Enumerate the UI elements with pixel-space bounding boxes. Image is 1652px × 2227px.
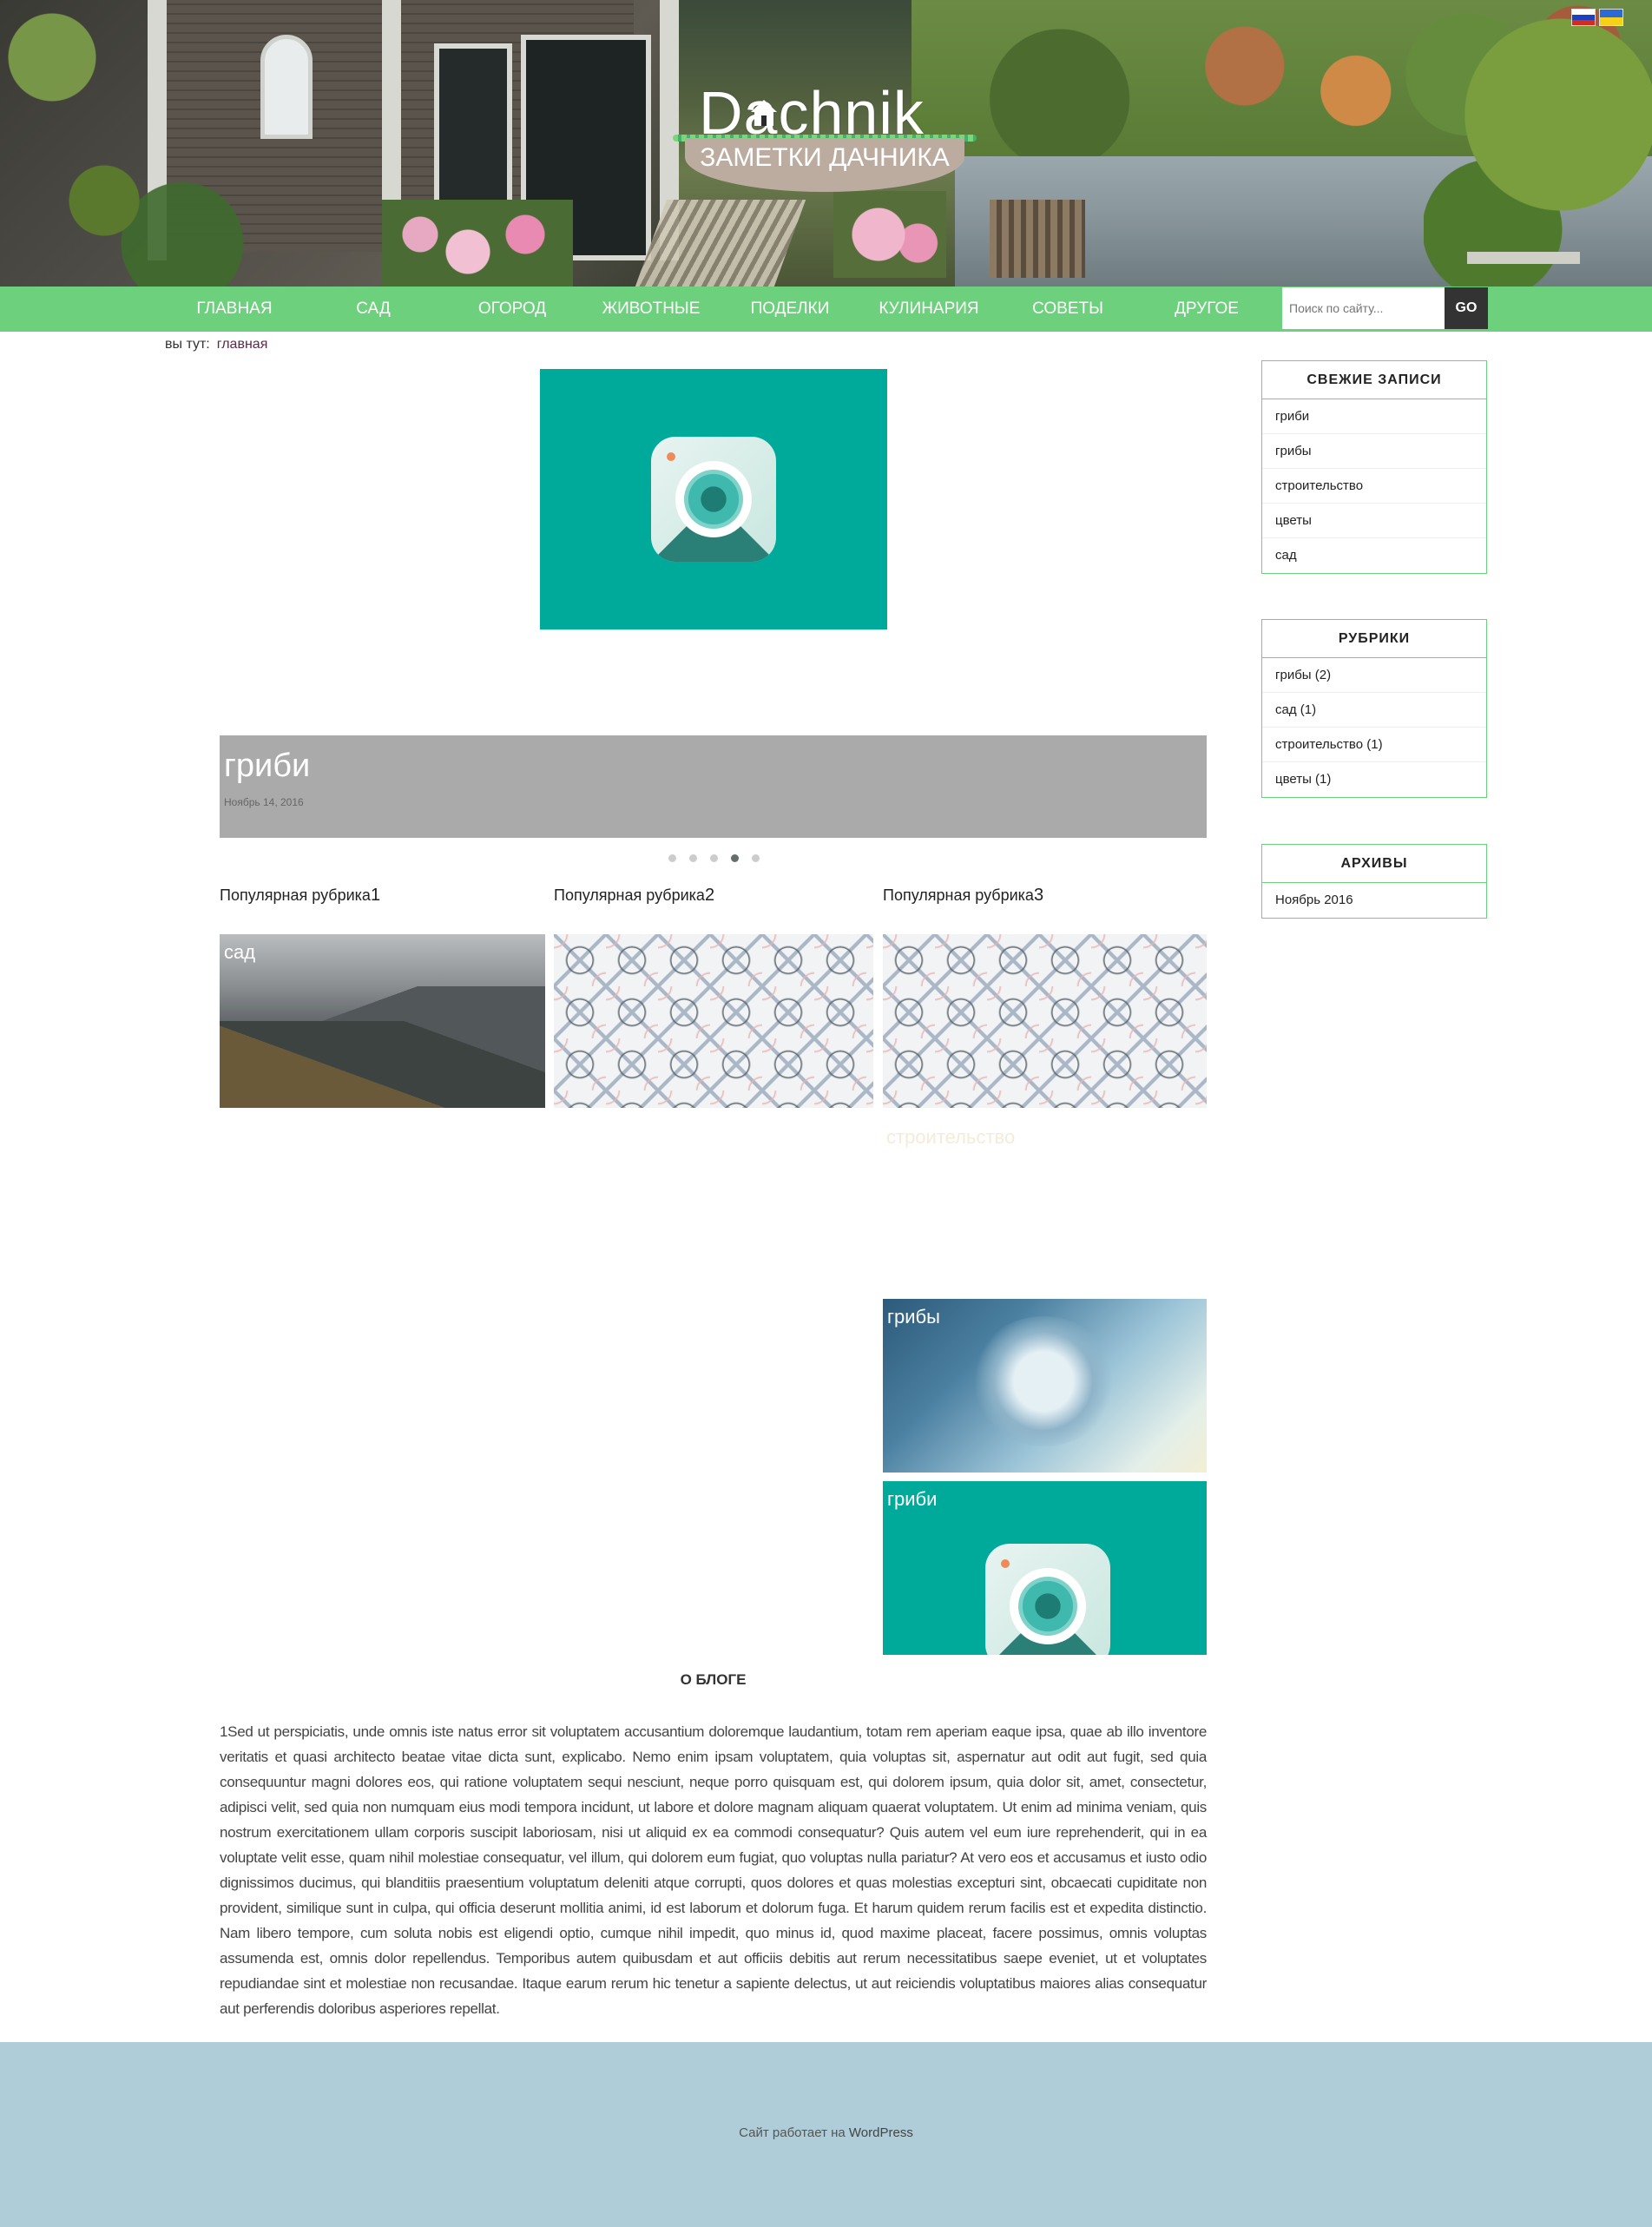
- nav-item-home[interactable]: ГЛАВНАЯ: [165, 287, 304, 332]
- widget-title: АРХИВЫ: [1262, 845, 1486, 883]
- nav-item-tips[interactable]: СОВЕТЫ: [998, 287, 1137, 332]
- category-heading-2: Популярная рубрика2: [554, 886, 714, 906]
- slider-title[interactable]: гриби: [224, 748, 310, 785]
- category-heading-number: 3: [1033, 886, 1044, 905]
- flag-ru-icon[interactable]: [1571, 9, 1596, 26]
- nav-item-crafts[interactable]: ПОДЕЛКИ: [721, 287, 859, 332]
- slider-dot-active[interactable]: [731, 854, 739, 862]
- category-link[interactable]: строительство (1): [1262, 728, 1486, 762]
- header-flowers: [382, 200, 573, 287]
- post-tile-pattern[interactable]: [554, 934, 873, 1108]
- slider-dot[interactable]: [668, 854, 676, 862]
- breadcrumb: вы тут: главная: [165, 337, 267, 352]
- category-heading-text: Популярная рубрика: [220, 886, 371, 904]
- slider-dot[interactable]: [689, 854, 697, 862]
- site-logo[interactable]: Dachnik ЗАМЕТКИ ДАЧНИКА: [673, 82, 977, 195]
- category-heading-number: 1: [370, 886, 381, 905]
- widget-archives: АРХИВЫ Ноябрь 2016: [1261, 844, 1487, 919]
- post-tile-label[interactable]: сад: [224, 941, 255, 964]
- post-tile-label[interactable]: гриби: [887, 1488, 937, 1511]
- breadcrumb-prefix: вы тут:: [165, 337, 210, 352]
- archive-link[interactable]: Ноябрь 2016: [1262, 883, 1486, 918]
- category-heading-text: Популярная рубрика: [883, 886, 1034, 904]
- about-text: 1Sed ut perspiciatis, unde omnis iste na…: [220, 1723, 1207, 2017]
- category-link[interactable]: цветы (1): [1262, 762, 1486, 797]
- nav-item-animals[interactable]: ЖИВОТНЫЕ: [582, 287, 721, 332]
- camera-icon: [651, 437, 776, 562]
- header-tree: [1424, 0, 1652, 287]
- nav-item-cooking[interactable]: КУЛИНАРИЯ: [859, 287, 998, 332]
- widget-title: РУБРИКИ: [1262, 620, 1486, 658]
- category-heading-1: Популярная рубрика1: [220, 886, 380, 906]
- house-icon: [751, 100, 777, 126]
- post-tile-label[interactable]: грибы: [887, 1306, 940, 1328]
- category-heading-text: Популярная рубрика: [554, 886, 705, 904]
- wordpress-link[interactable]: WordPress: [849, 2125, 913, 2140]
- slider-dot[interactable]: [752, 854, 760, 862]
- language-switcher: [1571, 9, 1623, 26]
- camera-icon: [985, 1544, 1110, 1655]
- post-tile-gribi[interactable]: гриби: [883, 1481, 1207, 1655]
- slider-dot[interactable]: [710, 854, 718, 862]
- slider-image[interactable]: [540, 369, 887, 629]
- post-tile-pattern[interactable]: [883, 934, 1207, 1108]
- nav-item-vegetable-garden[interactable]: ОГОРОД: [443, 287, 582, 332]
- recent-post-link[interactable]: цветы: [1262, 504, 1486, 538]
- category-link[interactable]: сад (1): [1262, 693, 1486, 728]
- slider-pagination: [668, 854, 760, 862]
- flag-ua-icon[interactable]: [1599, 9, 1623, 26]
- recent-post-link[interactable]: гриби: [1262, 399, 1486, 434]
- recent-post-link[interactable]: строительство: [1262, 469, 1486, 504]
- header-dock: [1467, 252, 1580, 264]
- category-link[interactable]: грибы (2): [1262, 658, 1486, 693]
- post-tile-garden[interactable]: сад: [220, 934, 545, 1108]
- header-plants: [0, 0, 260, 287]
- widget-title: СВЕЖИЕ ЗАПИСИ: [1262, 361, 1486, 399]
- header-chair-2: [990, 200, 1085, 278]
- footer-credit: Сайт работает на WordPress: [0, 2125, 1652, 2140]
- post-tile-label-faded[interactable]: строительство: [886, 1126, 1015, 1149]
- category-heading-3: Популярная рубрика3: [883, 886, 1043, 906]
- nav-item-garden[interactable]: САД: [304, 287, 443, 332]
- search-button[interactable]: GO: [1445, 287, 1488, 329]
- header-flowers-2: [833, 191, 946, 278]
- post-tile-mushrooms[interactable]: грибы: [883, 1299, 1207, 1473]
- footer-credit-text: Сайт работает на: [739, 2125, 846, 2140]
- slider-date: Ноябрь 14, 2016: [224, 796, 304, 808]
- slider-caption[interactable]: гриби Ноябрь 14, 2016: [220, 735, 1207, 838]
- main-nav: ГЛАВНАЯ САД ОГОРОД ЖИВОТНЫЕ ПОДЕЛКИ КУЛИ…: [0, 287, 1652, 332]
- logo-tagline: ЗАМЕТКИ ДАЧНИКА: [700, 143, 950, 172]
- category-heading-number: 2: [704, 886, 715, 905]
- recent-post-link[interactable]: грибы: [1262, 434, 1486, 469]
- widget-recent-posts: СВЕЖИЕ ЗАПИСИ гриби грибы строительство …: [1261, 360, 1487, 574]
- widget-categories: РУБРИКИ грибы (2) сад (1) строительство …: [1261, 619, 1487, 798]
- about-title: О БЛОГЕ: [680, 1671, 747, 1688]
- breadcrumb-home-link[interactable]: главная: [217, 337, 268, 352]
- recent-post-link[interactable]: сад: [1262, 538, 1486, 573]
- search-input[interactable]: [1282, 287, 1445, 329]
- nav-item-other[interactable]: ДРУГОЕ: [1137, 287, 1276, 332]
- site-header: Dachnik ЗАМЕТКИ ДАЧНИКА: [0, 0, 1652, 287]
